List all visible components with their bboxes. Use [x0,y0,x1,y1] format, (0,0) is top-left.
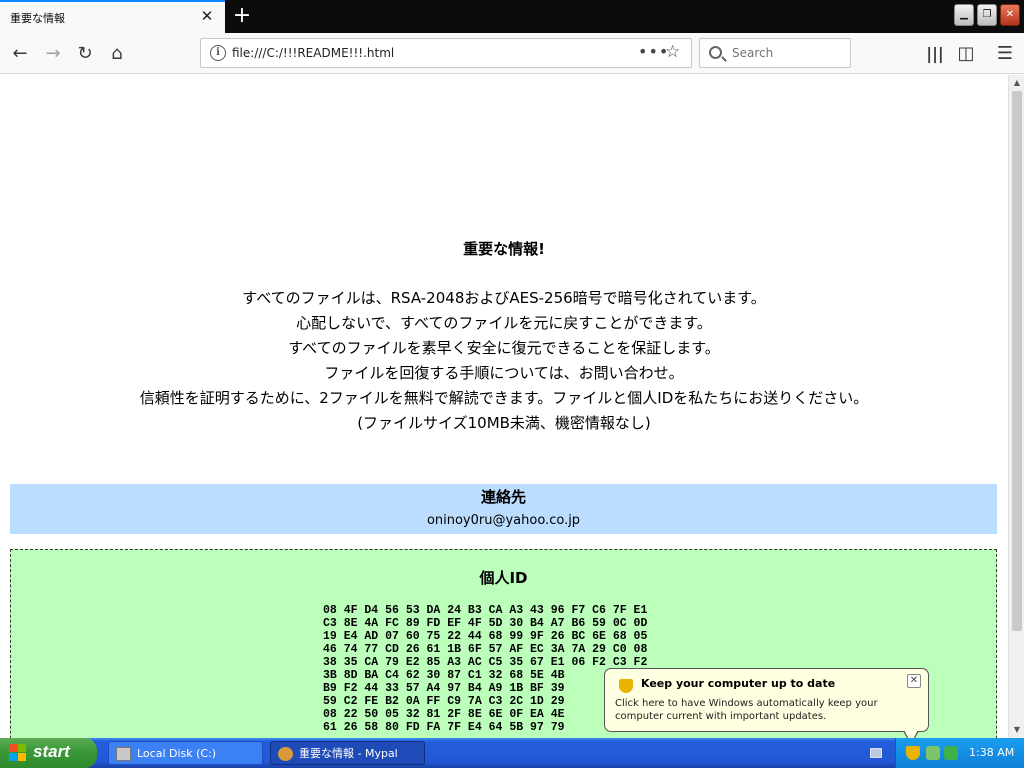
scroll-thumb[interactable] [1012,91,1022,631]
id-hex-line: 08 22 50 05 32 81 2F 8E 6E 0F EA 4E [323,708,565,721]
taskbar-item-local-disk[interactable]: Local Disk (C:) [108,741,263,765]
tab-strip: 重要な情報 ✕ + ▁ ❐ ✕ [0,0,1024,33]
balloon-title: Keep your computer up to date [641,677,836,690]
start-button[interactable]: start [0,738,97,768]
balloon-text[interactable]: Click here to have Windows automatically… [615,697,920,723]
menu-icon[interactable]: ☰ [992,41,1018,67]
start-label: start [33,742,70,761]
message-line: ファイルを回復する手順については、お問い合わせ。 [324,364,684,382]
search-box[interactable]: Search [699,38,851,68]
shield-icon [619,679,633,693]
browser-app-icon [278,747,293,761]
keyboard-icon[interactable] [870,748,882,758]
id-hex-line: 61 26 58 80 FD FA 7F E4 64 5B 97 79 [323,721,565,734]
address-bar[interactable]: i file:///C:/!!!README!!!.html ••• ☆ [200,38,692,68]
id-hex-line: B9 F2 44 33 57 A4 97 B4 A9 1B BF 39 [323,682,565,695]
message-line: すべてのファイルを素早く安全に復元できることを保証します。 [288,339,720,357]
sidebar-icon[interactable]: ◫ [953,41,979,67]
tab-close-icon[interactable]: ✕ [198,7,216,25]
taskbar-clock[interactable]: 1:38 AM [969,746,1014,759]
home-icon[interactable]: ⌂ [104,41,130,67]
task-label: 重要な情報 - Mypal [299,747,398,760]
update-icon[interactable] [944,746,958,760]
message-line: 心配しないで、すべてのファイルを元に戻すことができます。 [296,314,712,332]
taskbar: start Local Disk (C:) 重要な情報 - Mypal 1:38… [0,738,1024,768]
contact-email[interactable]: oninoy0ru@yahoo.co.jp [10,513,997,528]
id-hex-line: 3B 8D BA C4 62 30 87 C1 32 68 5E 4B [323,669,565,682]
network-icon[interactable] [926,746,940,760]
drive-icon [116,747,131,761]
bookmark-star-icon[interactable]: ☆ [665,42,680,62]
minimize-button[interactable]: ▁ [954,4,974,26]
reload-icon[interactable]: ↻ [72,41,98,67]
contact-section: 連絡先 oninoy0ru@yahoo.co.jp [10,484,997,534]
message-line: 信頼性を証明するために、2ファイルを無料で解読できます。ファイルと個人IDを私た… [139,389,869,407]
balloon-close-icon[interactable]: ✕ [907,674,921,688]
message-line: すべてのファイルは、RSA-2048およびAES-256暗号で暗号化されています… [242,289,766,307]
scroll-down-icon[interactable]: ▼ [1010,723,1024,737]
vertical-scrollbar[interactable]: ▲ ▼ [1008,75,1024,738]
taskbar-item-browser[interactable]: 重要な情報 - Mypal [270,741,425,765]
windows-logo-icon [9,744,27,762]
page-headline: 重要な情報! [463,240,545,258]
new-tab-button[interactable]: + [230,3,254,29]
info-icon[interactable]: i [210,45,226,61]
url-text[interactable]: file:///C:/!!!README!!!.html [232,46,394,60]
search-icon [709,46,722,59]
update-notification-balloon[interactable]: Keep your computer up to date ✕ Click he… [604,668,929,745]
id-hex-line: 46 74 77 CD 26 61 1B 6F 57 AF EC 3A 7A 2… [323,643,648,656]
browser-tab[interactable]: 重要な情報 ✕ [0,0,225,33]
id-hex-line: C3 8E 4A FC 89 FD EF 4F 5D 30 B4 A7 B6 5… [323,617,648,630]
id-hex-line: 08 4F D4 56 53 DA 24 B3 CA A3 43 96 F7 C… [323,604,648,617]
search-placeholder: Search [732,46,774,60]
id-hex-line: 38 35 CA 79 E2 85 A3 AC C5 35 67 E1 06 F… [323,656,648,669]
page-viewport: 重要な情報! すべてのファイルは、RSA-2048およびAES-256暗号で暗号… [0,75,1008,738]
back-arrow-icon[interactable]: ← [7,41,33,67]
maximize-button[interactable]: ❐ [977,4,997,26]
id-hex-line: 59 C2 FE B2 0A FF C9 7A C3 2C 1D 29 [323,695,565,708]
library-icon[interactable]: ||| [922,41,948,67]
tab-title: 重要な情報 [10,12,65,25]
scroll-up-icon[interactable]: ▲ [1010,76,1024,90]
close-window-button[interactable]: ✕ [1000,4,1020,26]
id-hex-line: 19 E4 AD 07 60 75 22 44 68 99 9F 26 BC 6… [323,630,648,643]
task-label: Local Disk (C:) [137,747,217,760]
security-shield-icon[interactable] [906,746,920,760]
forward-arrow-icon[interactable]: → [40,41,66,67]
contact-title: 連絡先 [480,488,526,506]
system-tray: 1:38 AM [895,738,1024,768]
personal-id-title: 個人ID [479,569,528,587]
message-line: (ファイルサイズ10MB未満、機密情報なし) [357,414,651,432]
navigation-toolbar: ← → ↻ ⌂ i file:///C:/!!!README!!!.html •… [0,33,1024,74]
